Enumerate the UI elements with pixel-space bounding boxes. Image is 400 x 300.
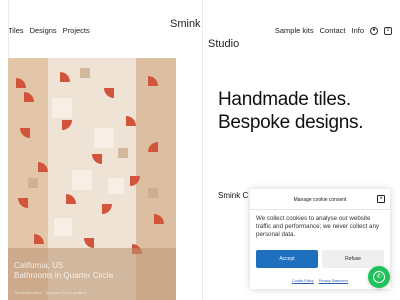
secondary-nav: Sample kits Contact Info ● 0 (275, 26, 392, 35)
privacy-statement-link[interactable]: Privacy Statement (319, 279, 348, 283)
cart-icon[interactable]: 0 (384, 26, 392, 35)
logo-line-1: Smink (170, 18, 201, 30)
project-credits: Terracotta tiles · Quarter Circle patter… (14, 290, 87, 295)
cookie-policy-link[interactable]: Cookie Policy (292, 279, 314, 283)
project-title: Bathrooms in Quarter Circle (14, 271, 114, 280)
refuse-button[interactable]: Refuse (322, 250, 384, 268)
site-header: Tiles Designs Projects Smink Studio Samp… (0, 0, 400, 58)
logo-line-2: Studio (208, 38, 240, 50)
project-card[interactable]: California, US Bathrooms in Quarter Circ… (8, 58, 176, 300)
hero-subline: Smink C (218, 191, 249, 200)
hero-line-1: Handmade tiles. (218, 89, 351, 110)
cookie-title: Manage cookie consent (293, 197, 347, 203)
whatsapp-icon: ✆ (373, 271, 385, 283)
main-nav: Tiles Designs Projects (8, 26, 90, 35)
hero-line-2: Bespoke designs. (218, 112, 364, 133)
hero-heading: Handmade tiles. Bespoke designs. (218, 88, 363, 134)
whatsapp-button[interactable]: ✆ (368, 266, 390, 288)
nav-designs[interactable]: Designs (30, 26, 57, 35)
accept-button[interactable]: Accept (256, 250, 318, 268)
grid-line (202, 0, 203, 300)
nav-contact[interactable]: Contact (320, 26, 346, 35)
project-caption: California, US Bathrooms in Quarter Circ… (14, 261, 113, 298)
cookie-text: We collect cookies to analyse our websit… (256, 215, 380, 238)
divider (250, 209, 390, 210)
nav-projects[interactable]: Projects (63, 26, 90, 35)
nav-info[interactable]: Info (351, 26, 364, 35)
nav-sample-kits[interactable]: Sample kits (275, 26, 314, 35)
close-icon[interactable]: × (377, 195, 385, 203)
project-location: California, US (14, 261, 64, 270)
nav-tiles[interactable]: Tiles (8, 26, 24, 35)
user-icon[interactable]: ● (370, 26, 378, 35)
